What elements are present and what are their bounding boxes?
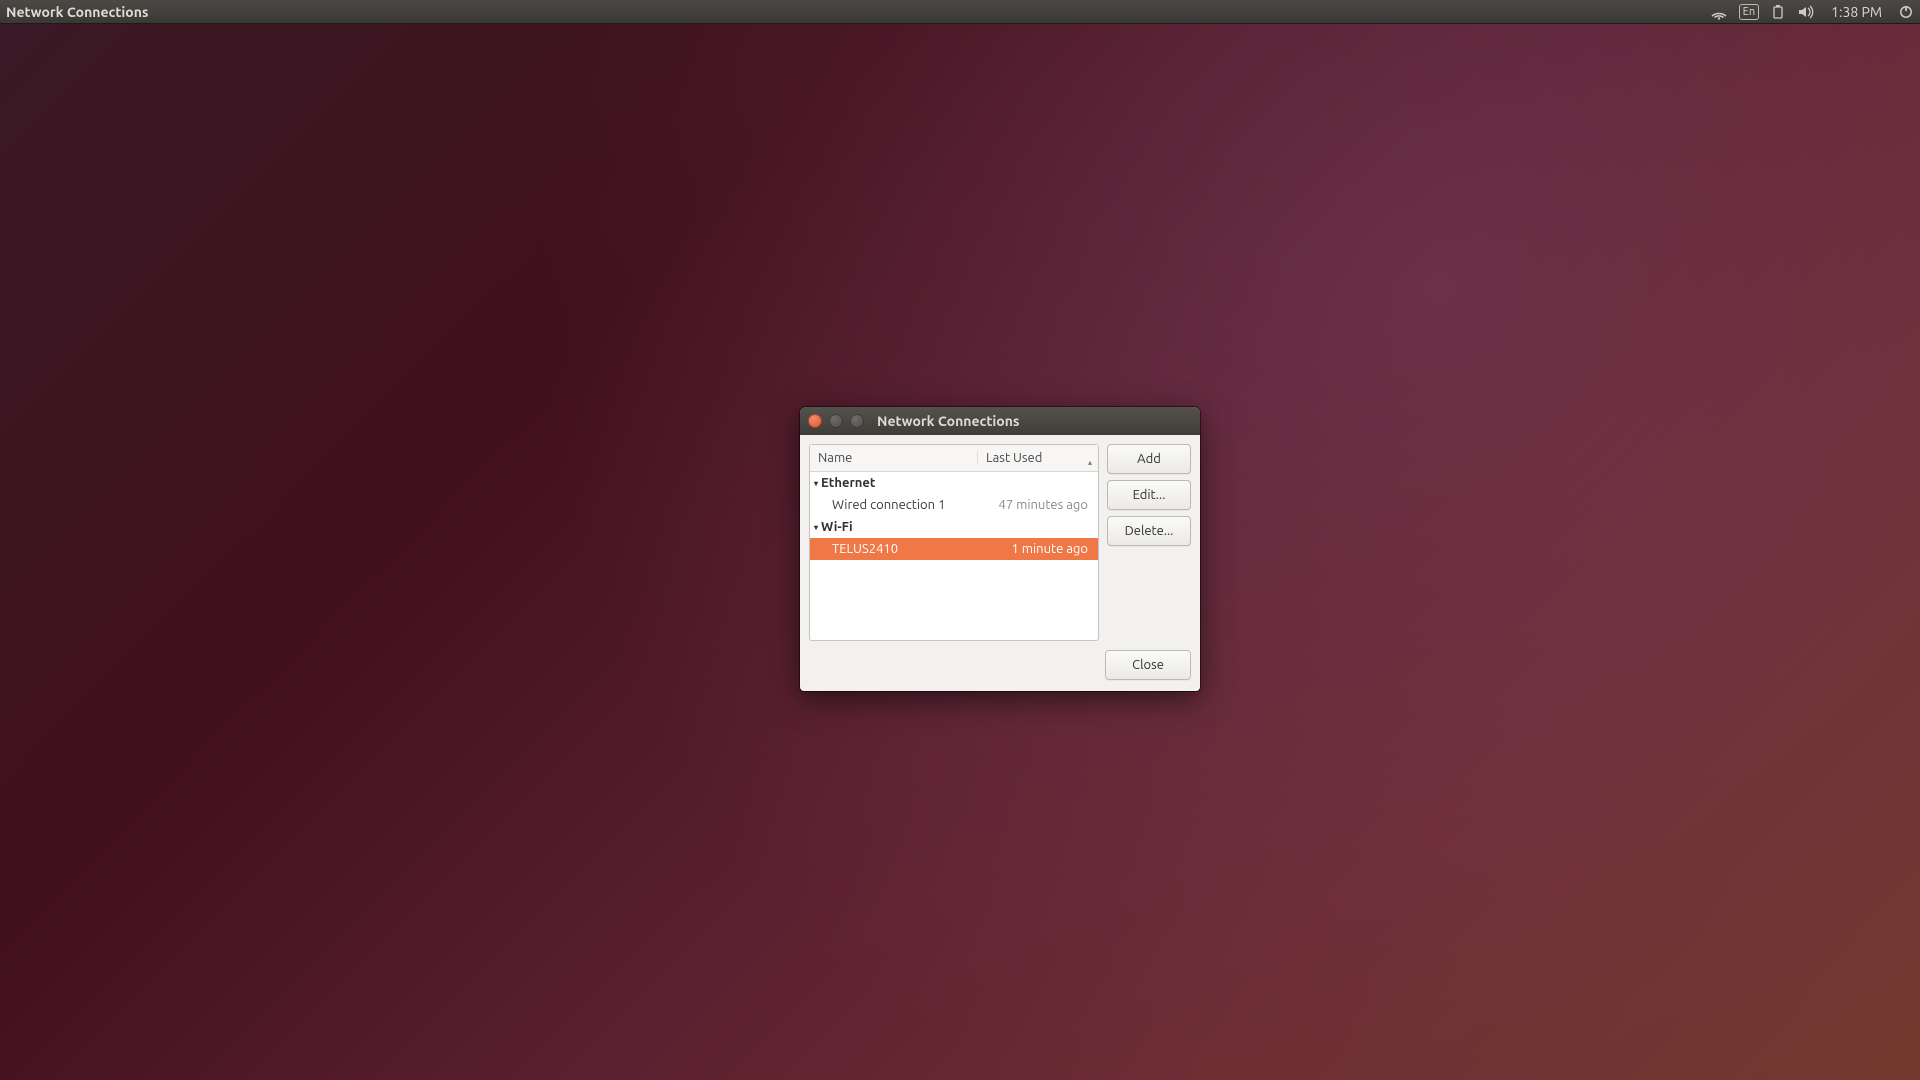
dialog-titlebar[interactable]: Network Connections xyxy=(800,407,1200,435)
expander-icon: ▾ xyxy=(814,479,818,488)
session-indicator-icon[interactable] xyxy=(1898,4,1914,20)
connection-name: Wired connection 1 xyxy=(832,498,976,512)
connection-name: TELUS2410 xyxy=(832,542,976,556)
sound-indicator-icon[interactable] xyxy=(1797,4,1815,20)
connection-last-used: 1 minute ago xyxy=(976,542,1098,556)
expander-icon: ▾ xyxy=(814,523,818,532)
group-ethernet[interactable]: ▾ Ethernet xyxy=(810,472,1098,494)
active-app-title: Network Connections xyxy=(6,4,149,20)
keyboard-layout-indicator[interactable]: En xyxy=(1739,4,1759,20)
column-last-used-label: Last Used xyxy=(986,451,1042,465)
column-name[interactable]: Name xyxy=(810,451,978,465)
network-connections-dialog: Network Connections Name Last Used ▴ ▾ E… xyxy=(800,407,1200,691)
clock[interactable]: 1:38 PM xyxy=(1831,4,1882,20)
network-indicator-icon[interactable] xyxy=(1711,4,1727,20)
window-close-button[interactable] xyxy=(808,414,822,428)
column-headers: Name Last Used ▴ xyxy=(810,445,1098,472)
edit-button[interactable]: Edit... xyxy=(1107,480,1191,510)
close-button[interactable]: Close xyxy=(1105,650,1191,680)
column-last-used[interactable]: Last Used ▴ xyxy=(978,451,1098,465)
connection-row[interactable]: TELUS2410 1 minute ago xyxy=(810,538,1098,560)
sort-indicator-icon: ▴ xyxy=(1088,458,1092,467)
connection-last-used: 47 minutes ago xyxy=(976,498,1098,512)
delete-button[interactable]: Delete... xyxy=(1107,516,1191,546)
group-label: Ethernet xyxy=(821,476,875,490)
battery-indicator-icon[interactable] xyxy=(1771,4,1785,20)
window-minimize-button[interactable] xyxy=(829,414,843,428)
group-label: Wi-Fi xyxy=(821,520,853,534)
window-maximize-button[interactable] xyxy=(850,414,864,428)
connections-list: Name Last Used ▴ ▾ Ethernet Wired connec… xyxy=(809,444,1099,641)
top-panel: Network Connections En 1:38 PM xyxy=(0,0,1920,24)
add-button[interactable]: Add xyxy=(1107,444,1191,474)
connection-row[interactable]: Wired connection 1 47 minutes ago xyxy=(810,494,1098,516)
dialog-title: Network Connections xyxy=(877,413,1020,429)
group-wifi[interactable]: ▾ Wi-Fi xyxy=(810,516,1098,538)
